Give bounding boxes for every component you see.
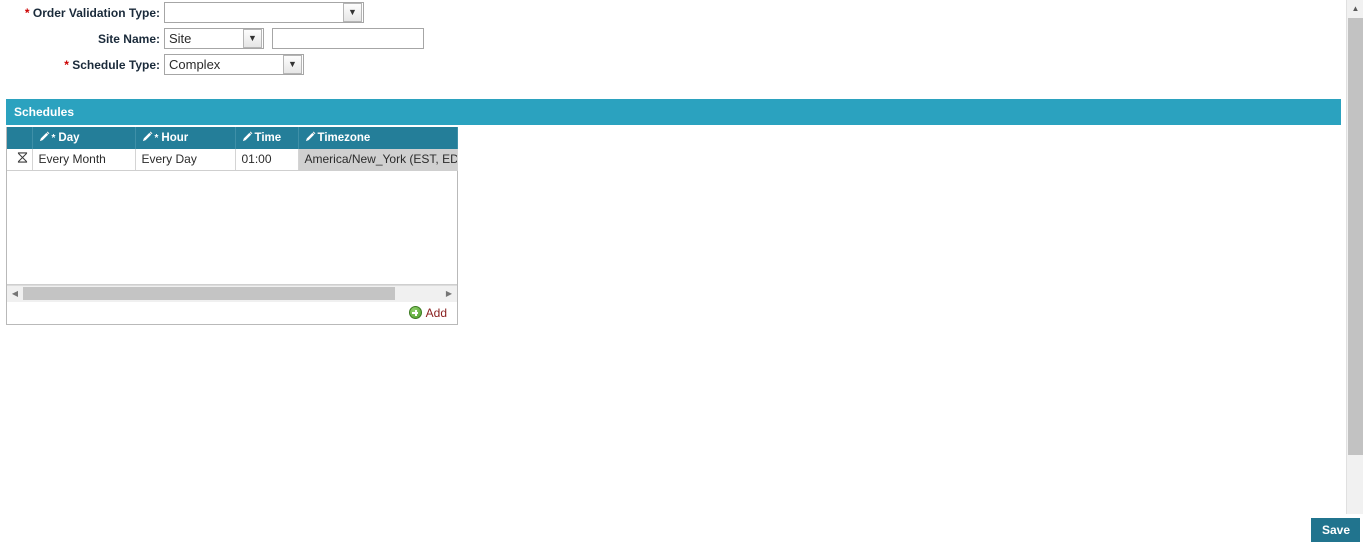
grid-scroll-thumb[interactable] xyxy=(23,286,395,300)
table-body: Every Month Every Day 01:00 America/New_… xyxy=(7,149,458,171)
triangle-left-icon[interactable]: ◀ xyxy=(7,286,23,302)
cell-timezone[interactable]: America/New_York (EST, EDT) xyxy=(298,149,458,171)
vertical-scroll-thumb[interactable] xyxy=(1348,18,1363,455)
form-row-schedule-type: * Schedule Type: Complex ▼ xyxy=(0,52,1341,77)
schedules-panel-title: Schedules xyxy=(6,99,1341,125)
form-area: * Order Validation Type: ▼ Site Name: Si… xyxy=(0,0,1341,78)
triangle-right-icon[interactable]: ▶ xyxy=(441,286,457,302)
schedule-type-select[interactable]: Complex ▼ xyxy=(164,54,304,75)
footer-bar: Save xyxy=(0,514,1363,547)
label-text: Schedule Type: xyxy=(72,57,160,72)
cell-time[interactable]: 01:00 xyxy=(235,149,299,171)
site-name-select[interactable]: Site ▼ xyxy=(164,28,264,49)
save-button[interactable]: Save xyxy=(1310,518,1360,542)
page-vertical-scrollbar[interactable]: ▲ ▼ xyxy=(1346,0,1363,531)
schedules-grid: * Day * Hour Time Timezone Every Month E… xyxy=(6,127,458,325)
triangle-up-icon[interactable]: ▲ xyxy=(1347,0,1363,17)
pencil-icon xyxy=(242,131,253,145)
pencil-icon xyxy=(305,131,316,145)
panel-title-text: Schedules xyxy=(14,105,75,119)
column-header-label: Day xyxy=(58,132,80,144)
table-row[interactable]: Every Month Every Day 01:00 America/New_… xyxy=(7,149,458,171)
schedule-type-value: Complex xyxy=(169,57,221,72)
table-head: * Day * Hour Time Timezone xyxy=(7,127,458,149)
site-name-input[interactable] xyxy=(272,28,424,49)
site-name-value: Site xyxy=(169,31,192,46)
form-row-order-validation-type: * Order Validation Type: ▼ xyxy=(0,0,1341,25)
chevron-down-icon[interactable]: ▼ xyxy=(343,3,362,22)
label-site-name: Site Name: xyxy=(0,32,164,46)
required-asterisk: * xyxy=(24,5,30,20)
table-header-row: * Day * Hour Time Timezone xyxy=(7,127,458,149)
column-header-row-handle xyxy=(7,127,33,149)
column-header-timezone[interactable]: Timezone xyxy=(298,127,458,149)
add-schedule-button[interactable]: Add xyxy=(408,305,447,320)
column-header-label: Timezone xyxy=(317,132,371,144)
required-asterisk: * xyxy=(64,57,69,72)
cell-hour[interactable]: Every Day xyxy=(135,149,236,171)
pencil-icon xyxy=(142,131,153,145)
label-order-validation-type: * Order Validation Type: xyxy=(0,6,164,20)
add-label: Add xyxy=(425,305,447,320)
order-validation-type-select[interactable]: ▼ xyxy=(164,2,364,23)
chevron-down-icon[interactable]: ▼ xyxy=(243,29,262,48)
label-schedule-type: * Schedule Type: xyxy=(0,58,164,72)
grid-scroll-track[interactable] xyxy=(23,285,441,302)
column-header-time[interactable]: Time xyxy=(235,127,299,149)
pencil-icon xyxy=(39,131,50,145)
chevron-down-icon[interactable]: ▼ xyxy=(283,55,302,74)
required-asterisk: * xyxy=(51,133,56,144)
column-header-label: Time xyxy=(254,132,282,144)
grid-footer: Add xyxy=(7,301,457,324)
cell-day[interactable]: Every Month xyxy=(32,149,136,171)
form-row-site-name: Site Name: Site ▼ xyxy=(0,26,1341,51)
schedules-table: * Day * Hour Time Timezone Every Month E… xyxy=(7,127,458,171)
grid-horizontal-scrollbar[interactable]: ◀ ▶ xyxy=(7,284,457,302)
grid-empty-area xyxy=(7,170,457,285)
required-asterisk: * xyxy=(154,133,159,144)
add-circle-icon xyxy=(408,306,422,319)
label-text: Site Name: xyxy=(97,31,160,46)
label-text: Order Validation Type: xyxy=(32,5,160,20)
column-header-label: Hour xyxy=(161,132,189,144)
drag-handle-icon[interactable] xyxy=(7,149,33,171)
column-header-day[interactable]: * Day xyxy=(32,127,136,149)
column-header-hour[interactable]: * Hour xyxy=(135,127,236,149)
